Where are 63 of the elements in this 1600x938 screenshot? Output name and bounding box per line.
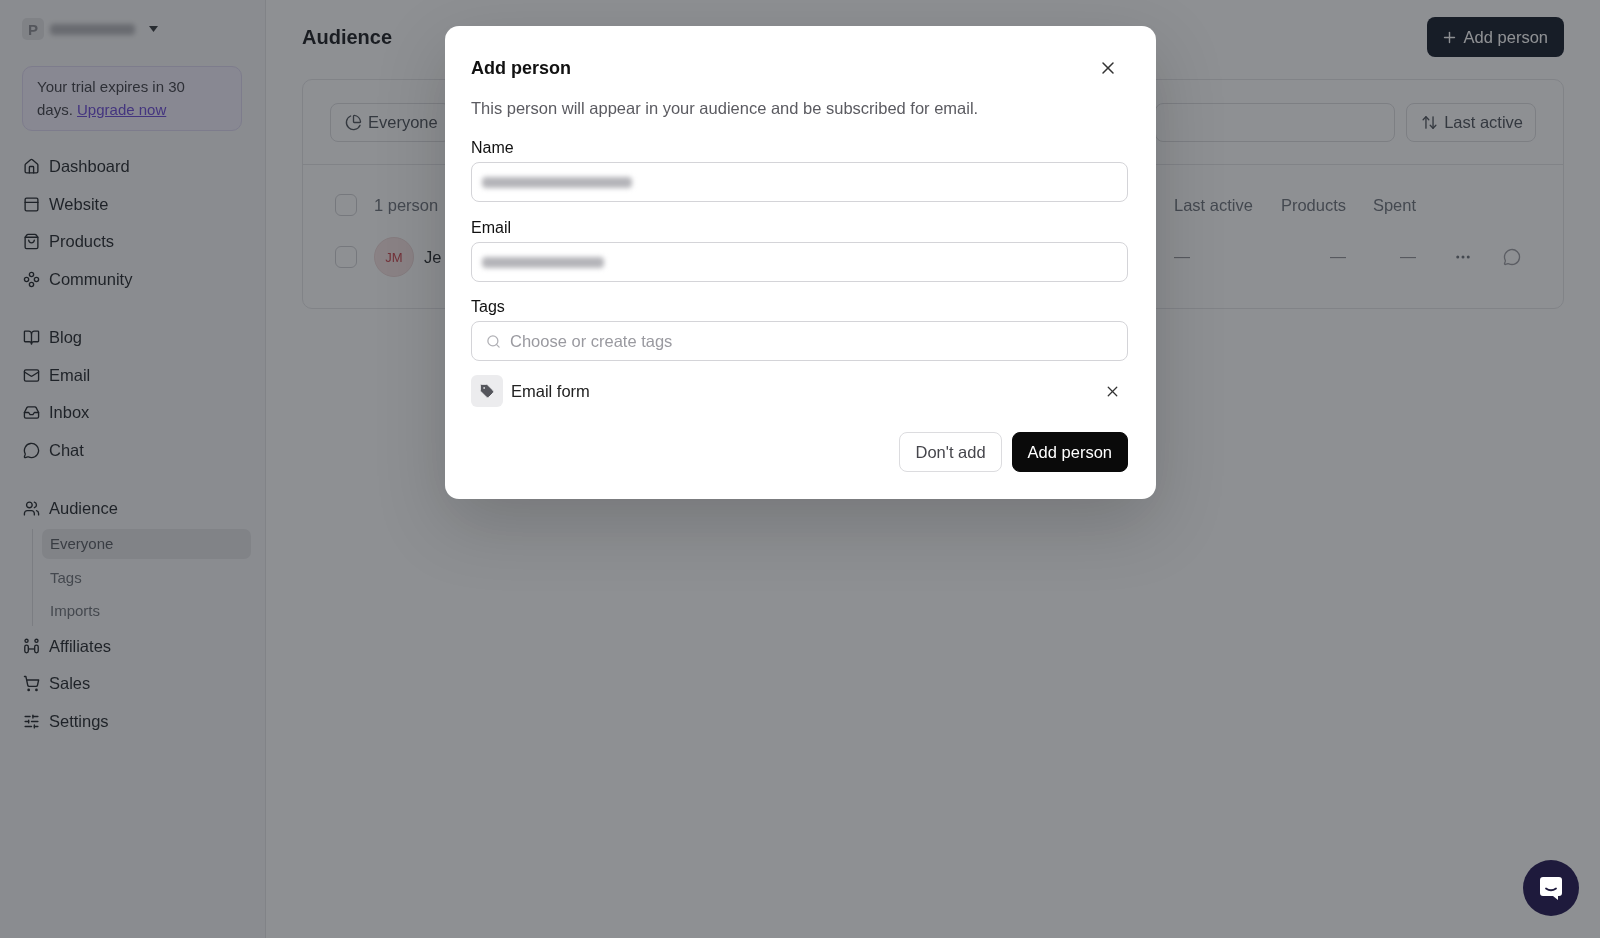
table-cell-text: — [1329, 248, 1346, 266]
open-book-icon [23, 329, 40, 347]
input-field[interactable] [471, 242, 1128, 282]
dialog-description: This person will appear in your audience and be subscribed for email. [471, 98, 980, 119]
add-person-button[interactable]: Add person [1426, 17, 1564, 57]
field-label: Tags [471, 297, 506, 317]
trial-banner: Your trial expires in 30 days. Upgrade now [22, 66, 242, 131]
input-field[interactable] [471, 162, 1128, 202]
browser-window-icon [23, 195, 40, 213]
sidebar-item[interactable]: Email [22, 356, 251, 394]
bag-icon [23, 233, 40, 251]
search-field[interactable] [1155, 103, 1396, 142]
field-label: Name [471, 138, 515, 158]
sliders-icon [23, 712, 40, 730]
sidebar-subitem[interactable]: Tags [42, 562, 251, 592]
dialog-title: Add person [471, 57, 571, 79]
sidebar-subitem[interactable]: Imports [42, 595, 251, 626]
sidebar-item[interactable]: Blog [22, 319, 251, 357]
sidebar-item[interactable]: Inbox [22, 394, 251, 432]
tags-search-field[interactable]: Choose or create tags [471, 321, 1128, 361]
caret-icon[interactable] [149, 26, 158, 32]
envelope-icon [23, 366, 40, 384]
speech-bubble-icon[interactable] [1503, 248, 1521, 266]
pie-chart-icon [345, 114, 362, 131]
avatar: JM [374, 237, 414, 277]
sidebar-item[interactable]: Website [22, 185, 251, 223]
field-label: Email [471, 218, 512, 238]
inbox-tray-icon [23, 404, 40, 422]
house-icon [23, 158, 40, 176]
table-cell-text: — [1399, 248, 1416, 266]
chat-bubble-icon [1538, 875, 1564, 901]
page-title: Audience [302, 25, 393, 49]
people-icon [23, 500, 40, 518]
sort-arrows-icon [1421, 114, 1439, 131]
row-checkbox[interactable] [335, 246, 357, 268]
select-all-checkbox[interactable] [335, 194, 357, 216]
column-header[interactable]: Products [1270, 195, 1346, 215]
column-header[interactable]: Spent [1346, 195, 1416, 215]
sidebar-item[interactable]: Products [22, 223, 251, 261]
sidebar-item[interactable]: Dashboard [22, 148, 251, 186]
column-header[interactable]: Last active [1174, 195, 1270, 215]
sidebar-item[interactable]: Community [22, 260, 251, 298]
add-person-button[interactable]: Add person [1011, 432, 1128, 472]
cancel-button[interactable]: Don't add [899, 432, 1002, 472]
people-count: 1 person [373, 195, 440, 215]
upgrade-link[interactable]: Upgrade now [77, 101, 167, 118]
person-name[interactable]: Je [424, 247, 442, 267]
chat-launcher-button[interactable] [1523, 860, 1579, 916]
tag-icon [471, 375, 503, 407]
four-circles-icon [23, 270, 40, 288]
sidebar-item[interactable]: Chat [22, 431, 251, 469]
linked-nodes-icon [23, 637, 40, 655]
sidebar-item[interactable]: Sales [22, 665, 251, 703]
tag-label: Email form [511, 381, 591, 401]
cart-icon [23, 675, 40, 693]
table-cell-text: — [1174, 248, 1191, 266]
sidebar-item[interactable]: Audience [22, 490, 251, 528]
sidebar-item[interactable]: Settings [22, 702, 251, 740]
sort-button[interactable]: Last active [1406, 103, 1536, 142]
speech-bubble-icon [23, 441, 40, 459]
sidebar-subitem[interactable]: Everyone [42, 528, 251, 559]
search-icon [486, 334, 501, 349]
sidebar-item[interactable]: Affiliates [22, 627, 251, 665]
